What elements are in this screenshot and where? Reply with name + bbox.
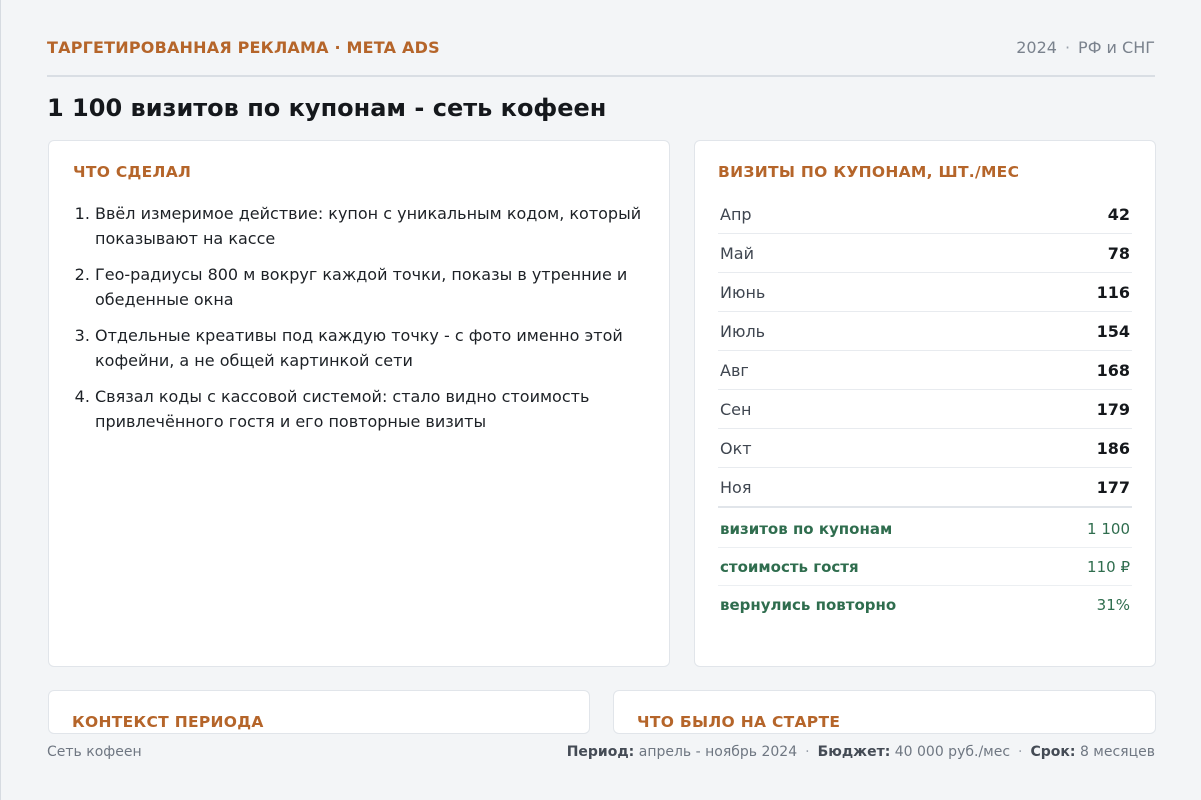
month-value: 42	[1107, 204, 1130, 224]
eyebrow-label: ТАРГЕТИРОВАННАЯ РЕКЛАМА · META ADS	[47, 38, 440, 57]
term-info: Срок: 8 месяцев	[1030, 744, 1155, 760]
months-table: Апр 42 Май 78 Июнь 116 Июль 154 Авг 168 Сен 17…	[718, 195, 1132, 506]
list-item: Связал коды с кассовой системой: стало в…	[95, 384, 645, 434]
start-title: Что было на старте	[637, 713, 841, 731]
page-header: ТАРГЕТИРОВАННАЯ РЕКЛАМА · META ADS 2024 …	[47, 38, 1155, 77]
month-label: Окт	[720, 438, 752, 458]
total-label: вернулись повторно	[720, 595, 897, 614]
period-label: Период:	[566, 744, 635, 760]
month-value: 116	[1096, 282, 1130, 302]
total-value: 110 ₽	[1087, 557, 1130, 576]
start-card: Что было на старте	[613, 690, 1156, 734]
term-value: 8 месяцев	[1079, 744, 1155, 760]
month-value: 179	[1096, 399, 1130, 419]
budget-value: 40 000 руб./мес	[894, 744, 1011, 760]
term-label: Срок:	[1030, 744, 1076, 760]
page-title: 1 100 визитов по купонам - сеть кофеен	[47, 94, 607, 122]
year-label: 2024	[1016, 38, 1057, 57]
table-row: Апр 42	[718, 195, 1132, 234]
month-label: Апр	[720, 204, 752, 224]
month-value: 186	[1096, 438, 1130, 458]
table-row: Окт 186	[718, 429, 1132, 468]
what-done-card: Что сделал Ввёл измеримое действие: купо…	[48, 140, 670, 667]
period-value: апрель - ноябрь 2024	[638, 744, 798, 760]
period-info: Период: апрель - ноябрь 2024	[567, 744, 797, 760]
table-row: вернулись повторно 31%	[718, 586, 1132, 623]
separator-dot: ·	[1018, 744, 1023, 760]
totals-table: визитов по купонам 1 100 стоимость гостя 1…	[718, 506, 1132, 623]
table-row: Авг 168	[718, 351, 1132, 390]
visits-title: Визиты по купонам, шт./мес	[718, 163, 1020, 181]
table-row: визитов по купонам 1 100	[718, 510, 1132, 548]
table-row: Май 78	[718, 234, 1132, 273]
steps-list: Ввёл измеримое действие: купон с уникаль…	[73, 201, 645, 434]
header-meta: 2024 · РФ и СНГ	[1016, 38, 1155, 57]
month-value: 78	[1107, 243, 1130, 263]
page-footer: Сеть кофеен Период: апрель - ноябрь 2024…	[47, 744, 1155, 760]
client-name: Сеть кофеен	[47, 744, 142, 760]
month-value: 168	[1096, 360, 1130, 380]
month-value: 154	[1096, 321, 1130, 341]
context-title: Контекст периода	[72, 713, 264, 731]
visits-card: Визиты по купонам, шт./мес Апр 42 Май 78 И…	[694, 140, 1156, 667]
month-label: Июнь	[720, 282, 766, 302]
context-card: Контекст периода	[48, 690, 590, 734]
table-row: стоимость гостя 110 ₽	[718, 548, 1132, 586]
month-label: Сен	[720, 399, 752, 419]
month-value: 177	[1096, 477, 1130, 497]
list-item: Ввёл измеримое действие: купон с уникаль…	[95, 201, 645, 251]
table-row: Сен 179	[718, 390, 1132, 429]
month-label: Июль	[720, 321, 766, 341]
separator-dot: ·	[805, 744, 810, 760]
list-item: Гео-радиусы 800 м вокруг каждой точки, п…	[95, 262, 645, 312]
month-label: Ноя	[720, 477, 752, 497]
month-label: Авг	[720, 360, 749, 380]
separator-dot: ·	[1064, 38, 1071, 57]
budget-label: Бюджет:	[817, 744, 891, 760]
region-label: РФ и СНГ	[1078, 38, 1155, 57]
budget-info: Бюджет: 40 000 руб./мес	[818, 744, 1010, 760]
footer-meta: Период: апрель - ноябрь 2024 · Бюджет: 4…	[567, 744, 1155, 760]
month-label: Май	[720, 243, 755, 263]
table-row: Июнь 116	[718, 273, 1132, 312]
table-row: Ноя 177	[718, 468, 1132, 506]
what-done-title: Что сделал	[73, 163, 192, 181]
total-label: стоимость гостя	[720, 557, 859, 576]
list-item: Отдельные креативы под каждую точку - с …	[95, 323, 645, 373]
total-value: 31%	[1096, 595, 1130, 614]
total-value: 1 100	[1087, 519, 1130, 538]
table-row: Июль 154	[718, 312, 1132, 351]
total-label: визитов по купонам	[720, 519, 893, 538]
